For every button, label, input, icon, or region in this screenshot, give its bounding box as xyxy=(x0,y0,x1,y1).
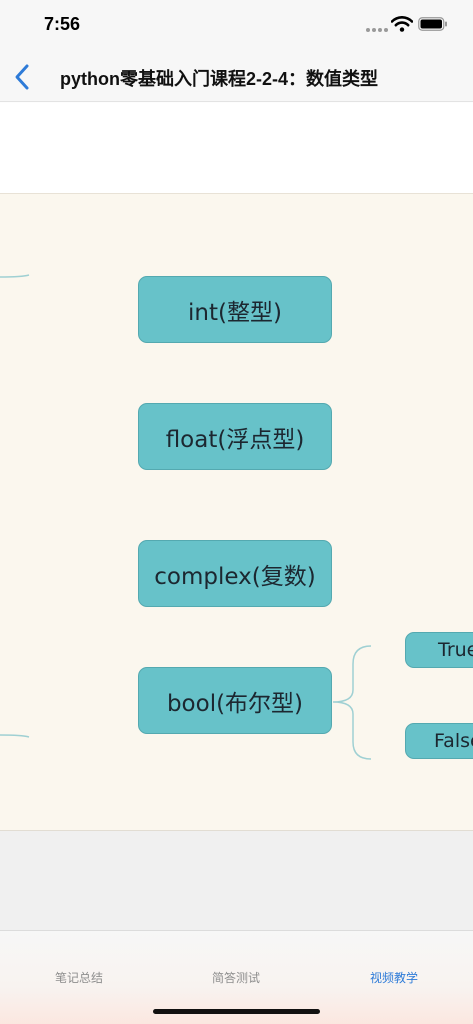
back-button[interactable] xyxy=(8,60,38,94)
node-int: int(整型) xyxy=(138,276,332,343)
navigation-bar: python零基础入门课程2-2-4：数值类型 xyxy=(0,52,473,102)
node-true: True xyxy=(405,632,473,668)
tab-short-answer-test[interactable]: 简答测试 xyxy=(212,969,260,986)
status-time: 7:56 xyxy=(44,14,81,34)
node-complex: complex(复数) xyxy=(138,540,332,607)
tab-video-teaching[interactable]: 视频教学 xyxy=(370,969,418,986)
below-video-area xyxy=(0,831,473,930)
wifi-icon xyxy=(391,16,413,32)
node-false: False xyxy=(405,723,473,759)
node-float: float(浮点型) xyxy=(138,403,332,470)
tab-notes-summary[interactable]: 笔记总结 xyxy=(55,969,103,986)
page-title: python零基础入门课程2-2-4：数值类型 xyxy=(60,69,379,89)
content-header-area xyxy=(0,103,473,193)
status-bar: 7:56 xyxy=(0,0,473,52)
home-indicator[interactable] xyxy=(153,1009,320,1014)
battery-icon xyxy=(418,17,447,31)
video-player[interactable]: int(整型) float(浮点型) complex(复数) bool(布尔型)… xyxy=(0,193,473,831)
node-bool: bool(布尔型) xyxy=(138,667,332,734)
cellular-dots-icon xyxy=(366,28,388,32)
